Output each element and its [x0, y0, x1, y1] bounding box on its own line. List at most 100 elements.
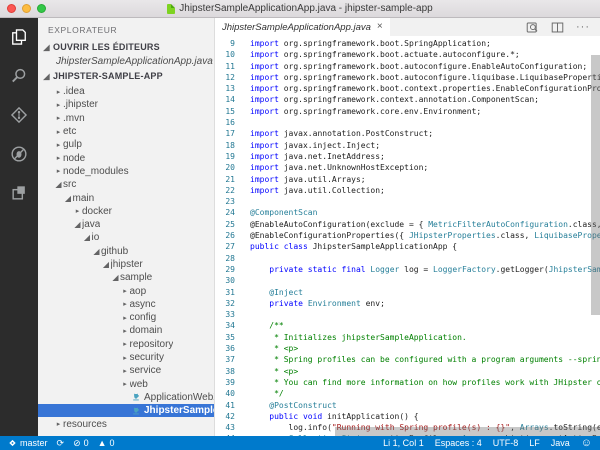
source-control-icon[interactable]	[8, 104, 30, 126]
code-text: * Initializes jhipsterSampleApplication.	[235, 332, 467, 343]
code-line[interactable]: 26@EnableConfigurationProperties({ JHips…	[215, 230, 600, 241]
tree-item-folder[interactable]: ▸async	[38, 298, 214, 311]
tree-item-folder[interactable]: ◢github	[38, 245, 214, 258]
code-line[interactable]: 18import javax.inject.Inject;	[215, 140, 600, 151]
extensions-icon[interactable]	[8, 182, 30, 204]
file-document-icon	[167, 4, 175, 14]
tree-item-folder[interactable]: ▸service	[38, 364, 214, 377]
code-line[interactable]: 31 @Inject	[215, 287, 600, 298]
tree-item-folder[interactable]: ▸etc	[38, 125, 214, 138]
debug-icon[interactable]	[8, 143, 30, 165]
encoding-item[interactable]: UTF-8	[493, 438, 519, 448]
code-line[interactable]: 19import java.net.InetAddress;	[215, 151, 600, 162]
minimize-window-button[interactable]	[22, 4, 31, 13]
code-line[interactable]: 30	[215, 275, 600, 286]
code-line[interactable]: 29 private static final Logger log = Log…	[215, 264, 600, 275]
language-mode-item[interactable]: Java	[551, 438, 570, 448]
code-line[interactable]: 15import org.springframework.core.env.En…	[215, 106, 600, 117]
split-editor-icon[interactable]	[551, 21, 564, 34]
tree-item-folder[interactable]: ▸resources	[38, 417, 214, 430]
tree-item-folder[interactable]: ▸node_modules	[38, 165, 214, 178]
cursor-position-item[interactable]: Li 1, Col 1	[383, 438, 424, 448]
git-branch-item[interactable]: master	[8, 438, 48, 448]
tree-item-folder[interactable]: ▸docker	[38, 205, 214, 218]
code-line[interactable]: 42 public void initApplication() {	[215, 411, 600, 422]
explorer-icon[interactable]	[8, 26, 30, 48]
code-line[interactable]: 36 * <p>	[215, 343, 600, 354]
line-number: 26	[215, 230, 235, 241]
code-line[interactable]: 21import java.util.Arrays;	[215, 174, 600, 185]
window-title-wrap: JhipsterSampleApplicationApp.java - jhip…	[0, 3, 600, 14]
activity-bar	[0, 18, 38, 436]
code-line[interactable]: 35 * Initializes jhipsterSampleApplicati…	[215, 332, 600, 343]
code-line[interactable]: 17import javax.annotation.PostConstruct;	[215, 128, 600, 139]
maximize-window-button[interactable]	[37, 4, 46, 13]
code-line[interactable]: 25@EnableAutoConfiguration(exclude = { M…	[215, 219, 600, 230]
code-line[interactable]: 38 * <p>	[215, 366, 600, 377]
tree-item-folder[interactable]: ◢sample	[38, 271, 214, 284]
tree-item-folder[interactable]: ▸security	[38, 351, 214, 364]
tree-item-folder[interactable]: ◢jhipster	[38, 258, 214, 271]
tree-item-folder[interactable]: ▸.jhipster	[38, 98, 214, 111]
tree-item-file[interactable]: JhipsterSampleApplicationApp.java	[38, 404, 214, 417]
tree-item-label: main	[73, 193, 95, 204]
search-icon[interactable]	[8, 65, 30, 87]
code-line[interactable]: 39 * You can find more information on ho…	[215, 377, 600, 388]
code-line[interactable]: 41 @PostConstruct	[215, 400, 600, 411]
tree-item-folder[interactable]: ◢java	[38, 218, 214, 231]
tab-active-file[interactable]: JhipsterSampleApplicationApp.java ×	[215, 18, 390, 36]
indentation-item[interactable]: Espaces : 4	[435, 438, 482, 448]
code-line[interactable]: 22import java.util.Collection;	[215, 185, 600, 196]
code-line[interactable]: 37 * Spring profiles can be configured w…	[215, 354, 600, 365]
eol-item[interactable]: LF	[529, 438, 540, 448]
tree-item-folder[interactable]: ▸config	[38, 311, 214, 324]
code-line[interactable]: 34 /**	[215, 320, 600, 331]
more-actions-icon[interactable]: ···	[576, 21, 590, 33]
errors-item[interactable]: ⊘ 0	[73, 438, 89, 448]
tree-item-folder[interactable]: ▸.mvn	[38, 112, 214, 125]
code-line[interactable]: 16	[215, 117, 600, 128]
tree-item-folder[interactable]: ▸aop	[38, 284, 214, 297]
tree-item-folder[interactable]: ◢io	[38, 231, 214, 244]
close-tab-icon[interactable]: ×	[377, 22, 383, 32]
warnings-item[interactable]: ▲ 0	[98, 438, 115, 448]
code-line[interactable]: 32 private Environment env;	[215, 298, 600, 309]
tree-item-folder[interactable]: ▸domain	[38, 324, 214, 337]
code-line[interactable]: 23	[215, 196, 600, 207]
project-section-header[interactable]: ◢ JHIPSTER-SAMPLE-APP	[38, 69, 214, 83]
vertical-scrollbar[interactable]	[591, 55, 600, 315]
code-line[interactable]: 13import org.springframework.boot.contex…	[215, 83, 600, 94]
code-text	[235, 117, 250, 128]
code-line[interactable]: 20import java.net.UnknownHostException;	[215, 162, 600, 173]
sync-item[interactable]: ⟳	[57, 439, 65, 448]
code-line[interactable]: 40 */	[215, 388, 600, 399]
tree-item-file[interactable]: ApplicationWebXml.java	[38, 391, 214, 404]
code-line[interactable]: 27public class JhipsterSampleApplication…	[215, 241, 600, 252]
tree-item-folder[interactable]: ▸repository	[38, 338, 214, 351]
tree-item-folder[interactable]: ◢main	[38, 191, 214, 204]
close-window-button[interactable]	[7, 4, 16, 13]
tree-item-folder[interactable]: ▸web	[38, 378, 214, 391]
code-line[interactable]: 24@ComponentScan	[215, 207, 600, 218]
open-editor-item[interactable]: JhipsterSampleApplicationApp.java src/m.…	[38, 54, 214, 69]
tree-item-folder[interactable]: ▸node	[38, 151, 214, 164]
tree-item-label: async	[130, 299, 156, 310]
code-line[interactable]: 28	[215, 253, 600, 264]
tree-item-folder[interactable]: ▸gulp	[38, 138, 214, 151]
code-line[interactable]: 14import org.springframework.context.ann…	[215, 94, 600, 105]
code-line[interactable]: 11import org.springframework.boot.autoco…	[215, 61, 600, 72]
code-line[interactable]: 12import org.springframework.boot.autoco…	[215, 72, 600, 83]
horizontal-scrollbar[interactable]	[335, 427, 600, 436]
feedback-smiley-icon[interactable]: ☺	[581, 437, 592, 449]
code-line[interactable]: 10import org.springframework.boot.actuat…	[215, 49, 600, 60]
open-editors-header[interactable]: ◢ OUVRIR LES ÉDITEURS	[38, 40, 214, 54]
code-line[interactable]: 9import org.springframework.boot.SpringA…	[215, 38, 600, 49]
code-text: * <p>	[235, 343, 298, 354]
code-line[interactable]: 33	[215, 309, 600, 320]
open-preview-icon[interactable]	[526, 21, 539, 34]
code-text: /**	[235, 320, 284, 331]
code-editor[interactable]: 9import org.springframework.boot.SpringA…	[215, 36, 600, 436]
code-text: @EnableConfigurationProperties({ JHipste…	[235, 230, 600, 241]
tree-item-folder[interactable]: ◢src	[38, 178, 214, 191]
tree-item-folder[interactable]: ▸.idea	[38, 85, 214, 98]
